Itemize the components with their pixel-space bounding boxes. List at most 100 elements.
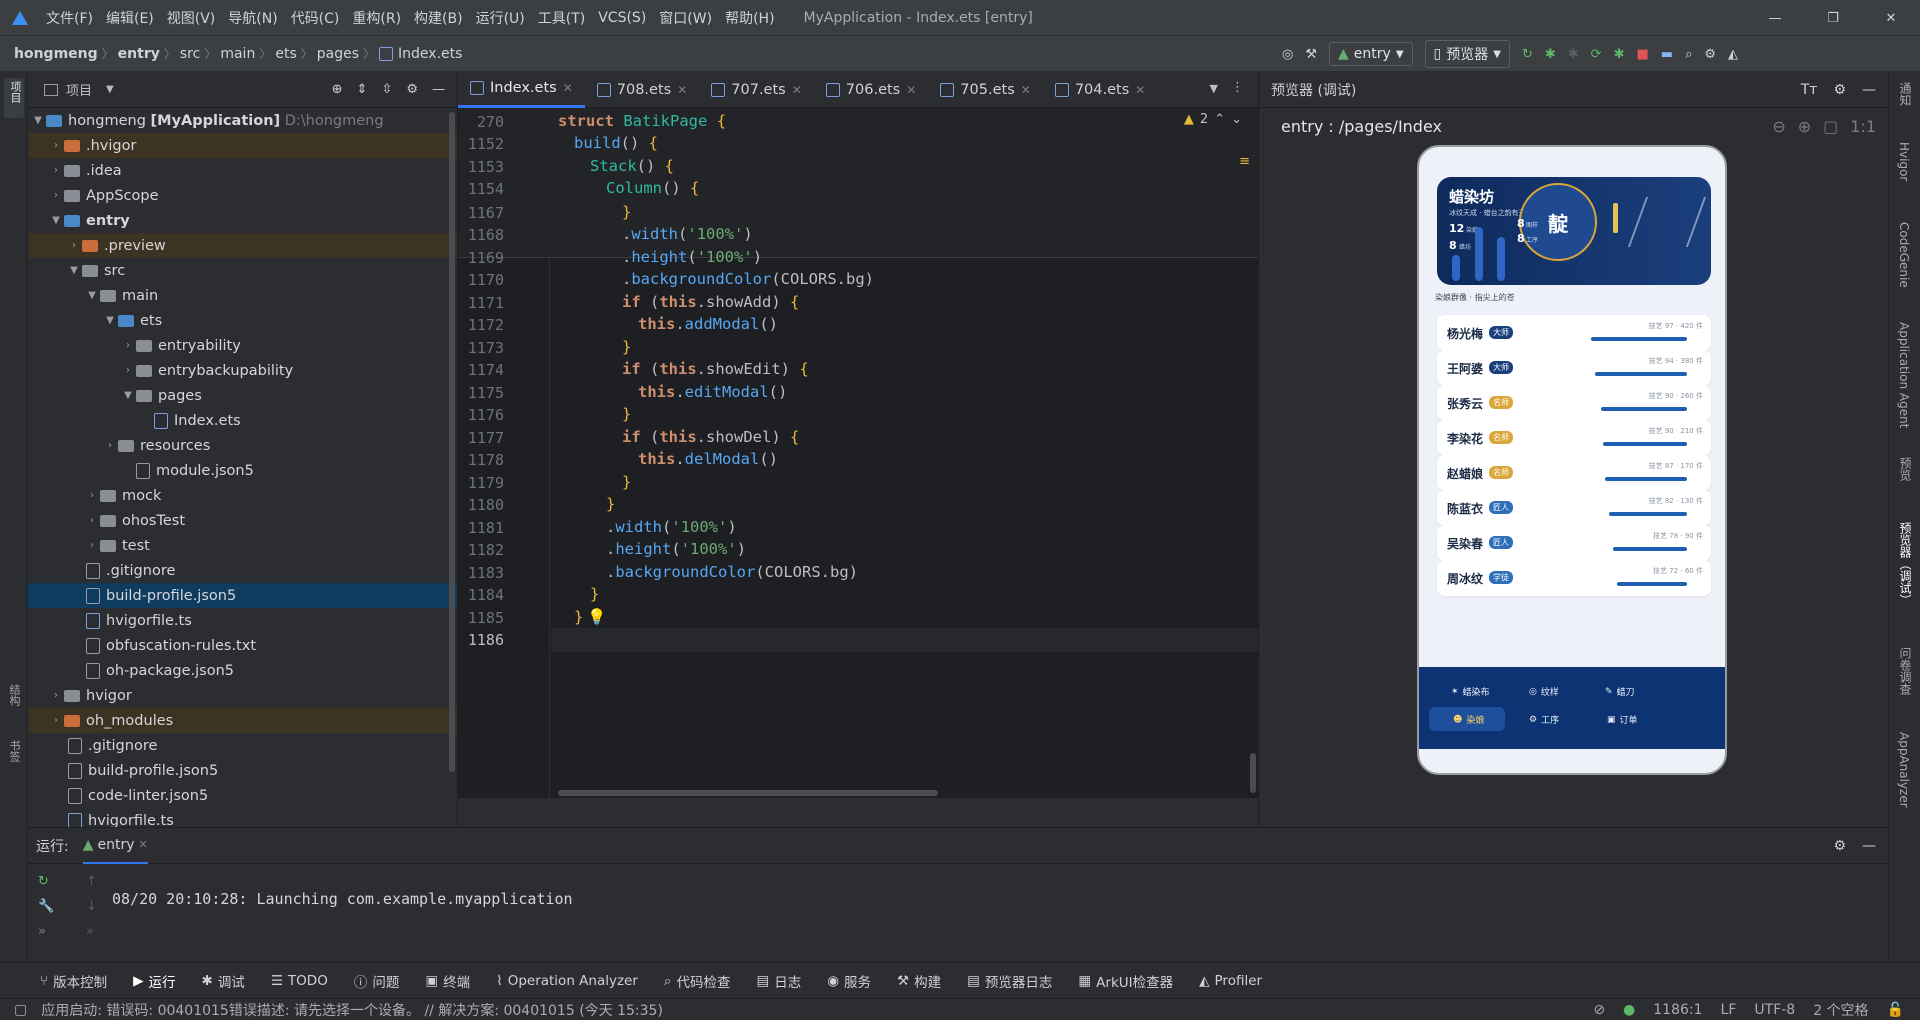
settings-icon[interactable]: ⚙: [1704, 47, 1716, 62]
app-nav-item[interactable]: ⚙ 工序: [1529, 713, 1559, 727]
appanalyzer-tool[interactable]: AppAnalyzer: [1897, 732, 1911, 808]
menu-edit[interactable]: 编辑(E): [106, 8, 154, 28]
menu-tools[interactable]: 工具(T): [538, 8, 585, 28]
menu-help[interactable]: 帮助(H): [725, 8, 774, 28]
tree-item-folder[interactable]: › resources: [28, 433, 457, 458]
menu-file[interactable]: 文件(F): [46, 8, 93, 28]
structure-tool-label[interactable]: 结构: [6, 684, 22, 706]
tabs-overflow-icon[interactable]: ▼: [1210, 82, 1218, 95]
line-separator[interactable]: LF: [1721, 1002, 1737, 1018]
tree-item-folder[interactable]: ▼ entry: [28, 208, 457, 233]
tree-item-folder[interactable]: › entrybackupability: [28, 358, 457, 383]
menu-navigate[interactable]: 导航(N): [228, 8, 277, 28]
locate-icon[interactable]: ⊕: [332, 82, 343, 97]
menu-run[interactable]: 运行(U): [476, 8, 525, 28]
tool-tab-operation-analyzer[interactable]: ⌇ Operation Analyzer: [496, 973, 638, 989]
tree-item-folder[interactable]: › .hvigor: [28, 133, 457, 158]
breadcrumb-item[interactable]: src: [180, 46, 200, 62]
tool-tab-services[interactable]: ◉ 服务: [827, 971, 871, 991]
tree-item-folder[interactable]: › mock: [28, 483, 457, 508]
inspection-widget[interactable]: ▲ 2 ⌃ ⌄: [1184, 112, 1242, 127]
profile-icon[interactable]: ✱: [1614, 47, 1625, 62]
sticky-lines-icon[interactable]: ≡: [1239, 154, 1250, 169]
menu-window[interactable]: 窗口(W): [659, 8, 712, 28]
tree-item-folder[interactable]: ▼ pages: [28, 383, 457, 408]
tool-tab-build[interactable]: ⚒ 构建: [897, 971, 941, 991]
more-icon[interactable]: »: [38, 924, 54, 939]
up-arrow-icon[interactable]: ↑: [86, 874, 97, 889]
close-tab-icon[interactable]: ✕: [563, 81, 573, 95]
minimize-button[interactable]: —: [1746, 11, 1804, 26]
tool-tab-terminal[interactable]: ▣ 终端: [425, 971, 470, 991]
close-button[interactable]: ✕: [1862, 11, 1920, 26]
no-network-icon[interactable]: ⊘: [1593, 1002, 1605, 1018]
tree-item-folder[interactable]: ▼ src: [28, 258, 457, 283]
hvigor-tool[interactable]: Hvigor: [1897, 142, 1911, 181]
down-arrow-icon[interactable]: ↓: [86, 899, 97, 914]
tool-tab-run[interactable]: ▶ 运行: [133, 971, 175, 991]
breadcrumb-item[interactable]: entry: [118, 46, 160, 62]
tree-item-folder[interactable]: › oh_modules: [28, 708, 457, 733]
device-preview[interactable]: 蜡染坊 冰纹天成 · 蜡台之韵有天美 12 染娘 8 蜡坊 靛 8 图样 8 工…: [1417, 145, 1727, 775]
tree-item-folder[interactable]: ▼ ets: [28, 308, 457, 333]
breadcrumb-item[interactable]: main: [220, 46, 255, 62]
tree-item-folder[interactable]: › entryability: [28, 333, 457, 358]
gear-icon[interactable]: ⚙: [1833, 838, 1846, 854]
cursor-position[interactable]: 1186:1: [1653, 1002, 1702, 1018]
bookmarks-tool-label[interactable]: 书签: [6, 740, 22, 762]
tree-item-folder[interactable]: › AppScope: [28, 183, 457, 208]
codegenie-tool[interactable]: CodeGenie: [1897, 222, 1911, 288]
maximize-button[interactable]: ❐: [1804, 11, 1862, 26]
console-output[interactable]: 08/20 20:10:28: Launching com.example.my…: [112, 890, 573, 908]
panel-toggle-icon[interactable]: ▢: [14, 1002, 27, 1018]
more-icon[interactable]: »: [86, 924, 97, 939]
run-tab-entry[interactable]: ▲ entry ✕: [82, 828, 148, 864]
menu-view[interactable]: 视图(V): [167, 8, 216, 28]
close-tab-icon[interactable]: ✕: [677, 83, 687, 97]
list-item[interactable]: 吴染春 匠人 技艺 78 · 90 件: [1437, 525, 1711, 561]
target-icon[interactable]: ◎: [1282, 47, 1293, 62]
list-item[interactable]: 王阿婆 大师 技艺 94 · 380 件: [1437, 350, 1711, 386]
tree-item-folder[interactable]: › test: [28, 533, 457, 558]
hide-panel-icon[interactable]: —: [432, 82, 445, 97]
collapse-all-icon[interactable]: ⇳: [381, 82, 392, 97]
app-nav-item[interactable]: ✶ 蜡染布: [1451, 685, 1490, 699]
tool-tab-code-check[interactable]: ⌕ 代码检查: [664, 971, 731, 991]
chevron-down-icon[interactable]: ▼: [106, 84, 114, 95]
tab-707-ets[interactable]: 707.ets ✕: [699, 72, 814, 108]
tool-tab-vcs[interactable]: ⑂ 版本控制: [40, 971, 107, 991]
device-select[interactable]: ▯ 预览器 ▼: [1424, 40, 1510, 68]
menu-vcs[interactable]: VCS(S): [598, 10, 646, 26]
tree-item-folder[interactable]: › .idea: [28, 158, 457, 183]
tool-tab-arkui-inspector[interactable]: ▦ ArkUI检查器: [1078, 971, 1173, 991]
app-nav-item[interactable]: ✎ 蜡刀: [1605, 685, 1635, 699]
tree-item-folder[interactable]: › hvigor: [28, 683, 457, 708]
tab-index-ets[interactable]: Index.ets ✕: [458, 71, 585, 108]
app-nav-item[interactable]: ◎ 纹样: [1529, 685, 1559, 699]
breadcrumb-item[interactable]: pages: [317, 46, 359, 62]
expand-all-icon[interactable]: ⇕: [357, 82, 368, 97]
file-encoding[interactable]: UTF-8: [1754, 1002, 1795, 1018]
app-nav-item[interactable]: ▣ 订单: [1607, 713, 1638, 727]
code-editor[interactable]: 270 1152 1153 1154 struct BatikPage { bu…: [458, 108, 1258, 798]
application-agent-tool[interactable]: Application Agent: [1897, 322, 1911, 428]
horizontal-scrollbar[interactable]: [558, 790, 938, 796]
breadcrumb-item[interactable]: Index.ets: [398, 46, 462, 62]
rerun-icon[interactable]: ↻: [1522, 47, 1533, 62]
project-panel-title[interactable]: 项目: [66, 80, 92, 99]
tree-item-file[interactable]: .gitignore: [28, 733, 457, 758]
apply-changes-icon[interactable]: ⟳: [1591, 47, 1602, 62]
ai-icon[interactable]: ◭: [1728, 47, 1738, 62]
actual-size-icon[interactable]: 1:1: [1850, 117, 1876, 136]
project-scrollbar[interactable]: [449, 112, 455, 772]
notifications-tool[interactable]: 通知: [1897, 82, 1914, 106]
tree-item-file[interactable]: .gitignore: [28, 558, 457, 583]
list-item[interactable]: 张秀云 名师 技艺 90 · 260 件: [1437, 385, 1711, 421]
tool-tab-problems[interactable]: ⓘ 问题: [354, 971, 400, 991]
tool-tab-log[interactable]: ▤ 日志: [756, 971, 801, 991]
attach-debugger-icon[interactable]: ✱: [1568, 47, 1579, 62]
menu-build[interactable]: 构建(B): [414, 8, 463, 28]
tab-706-ets[interactable]: 706.ets ✕: [814, 72, 929, 108]
next-highlight-icon[interactable]: ⌄: [1231, 112, 1242, 127]
tree-item-file[interactable]: oh-package.json5: [28, 658, 457, 683]
